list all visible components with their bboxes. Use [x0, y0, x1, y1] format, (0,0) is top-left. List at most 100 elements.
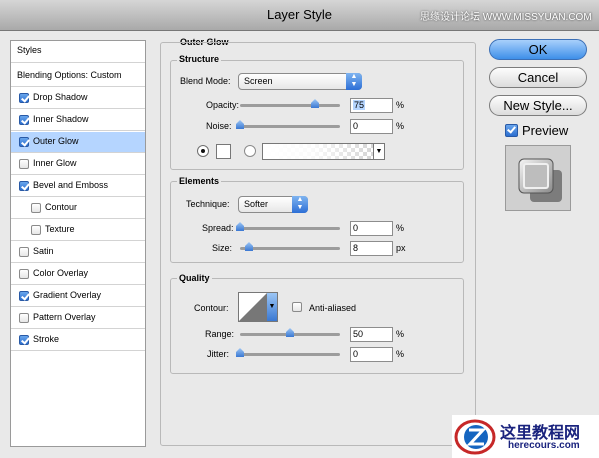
style-item-label: Bevel and Emboss [33, 180, 109, 190]
style-item-label: Contour [45, 202, 78, 212]
technique-select[interactable]: Softer ▲ ▼ [238, 196, 308, 213]
spread-label: Spread: [202, 223, 234, 233]
style-item-checkbox[interactable] [19, 159, 29, 169]
opacity-value: 75 [353, 100, 366, 110]
blend-mode-select[interactable]: Screen ▲ ▼ [238, 73, 362, 90]
quality-group [170, 278, 464, 374]
style-item-label: Pattern Overlay [33, 312, 96, 322]
jitter-field[interactable]: 0 [350, 347, 393, 362]
spread-unit: % [396, 223, 405, 233]
color-radio[interactable] [197, 145, 209, 157]
preview-label: Preview [522, 123, 569, 138]
chevron-updown-icon: ▲ ▼ [346, 73, 362, 90]
contour-curve-icon [239, 293, 267, 321]
jitter-slider-track[interactable] [240, 353, 340, 356]
size-label: Size: [212, 243, 233, 253]
technique-value: Softer [244, 199, 269, 209]
blending-options-item[interactable]: Blending Options: Custom [11, 66, 145, 87]
cancel-button[interactable]: Cancel [489, 67, 587, 88]
styles-header[interactable]: Styles [11, 41, 145, 63]
logo-url: herecours.com [508, 440, 580, 451]
style-item-checkbox[interactable] [19, 137, 29, 147]
style-item-label: Drop Shadow [33, 92, 88, 102]
style-item[interactable]: Satin [11, 242, 145, 263]
style-item-checkbox[interactable] [19, 115, 29, 125]
style-item[interactable]: Stroke [11, 330, 145, 351]
style-item[interactable]: Texture [11, 220, 145, 241]
style-item-checkbox[interactable] [19, 269, 29, 279]
style-item-checkbox[interactable] [31, 203, 41, 213]
spread-slider-track[interactable] [240, 227, 340, 230]
style-item[interactable]: Color Overlay [11, 264, 145, 285]
style-item-label: Color Overlay [33, 268, 89, 278]
size-value: 8 [353, 243, 359, 253]
opacity-unit: % [396, 100, 405, 110]
gradient-radio[interactable] [244, 145, 256, 157]
technique-label: Technique: [186, 199, 230, 209]
range-label: Range: [205, 329, 235, 339]
style-item[interactable]: Pattern Overlay [11, 308, 145, 329]
spread-value: 0 [353, 223, 359, 233]
spread-field[interactable]: 0 [350, 221, 393, 236]
style-item[interactable]: Inner Shadow [11, 110, 145, 131]
style-item[interactable]: Gradient Overlay [11, 286, 145, 307]
blending-options-label: Blending Options: Custom [17, 70, 122, 80]
style-item-checkbox[interactable] [19, 335, 29, 345]
style-item-checkbox[interactable] [19, 181, 29, 191]
opacity-label: Opacity: [206, 100, 240, 110]
noise-value: 0 [353, 121, 359, 131]
gradient-picker[interactable]: ▼ [262, 143, 385, 160]
jitter-unit: % [396, 349, 405, 359]
preview-swatch-image [518, 158, 562, 202]
preview-checkbox[interactable] [505, 124, 518, 137]
style-item-checkbox[interactable] [19, 93, 29, 103]
new-style-button[interactable]: New Style... [489, 95, 587, 116]
size-field[interactable]: 8 [350, 241, 393, 256]
chevron-updown-icon: ▲ ▼ [292, 196, 308, 213]
anti-aliased-checkbox[interactable] [292, 302, 302, 312]
glow-color-swatch[interactable] [216, 144, 231, 159]
style-item[interactable]: Outer Glow [11, 132, 145, 153]
style-item-label: Stroke [33, 334, 60, 344]
range-unit: % [396, 329, 405, 339]
style-item-label: Outer Glow [33, 136, 79, 146]
preview-thumbnail [505, 145, 571, 211]
range-field[interactable]: 50 [350, 327, 393, 342]
styles-list: Styles Blending Options: Custom Drop Sha… [10, 40, 146, 447]
structure-title: Structure [177, 54, 222, 64]
style-item-checkbox[interactable] [19, 247, 29, 257]
style-item-label: Inner Glow [33, 158, 77, 168]
watermark-logo: 这里教程网 herecours.com [452, 415, 599, 458]
noise-slider-track[interactable] [240, 125, 340, 128]
opacity-field[interactable]: 75 [350, 98, 393, 113]
noise-label: Noise: [206, 121, 232, 131]
size-unit: px [396, 243, 406, 253]
dropdown-arrow-icon: ▼ [267, 293, 277, 321]
style-item[interactable]: Bevel and Emboss [11, 176, 145, 197]
contour-picker[interactable]: ▼ [238, 292, 278, 322]
style-item-checkbox[interactable] [19, 313, 29, 323]
jitter-label: Jitter: [207, 349, 230, 359]
opacity-slider-track[interactable] [240, 104, 340, 107]
anti-aliased-label: Anti-aliased [309, 303, 357, 313]
style-item[interactable]: Inner Glow [11, 154, 145, 175]
style-item-checkbox[interactable] [31, 225, 41, 235]
dropdown-arrow-icon: ▼ [373, 144, 384, 159]
watermark-text: 思缘设计论坛 WWW.MISSYUAN.COM [420, 12, 592, 23]
styles-header-label: Styles [17, 45, 42, 55]
style-item-label: Gradient Overlay [33, 290, 102, 300]
style-item-label: Inner Shadow [33, 114, 89, 124]
contour-label: Contour: [194, 303, 229, 313]
ok-button[interactable]: OK [489, 39, 587, 60]
range-value: 50 [353, 329, 364, 339]
style-item[interactable]: Contour [11, 198, 145, 219]
style-item-label: Satin [33, 246, 54, 256]
style-item-label: Texture [45, 224, 75, 234]
jitter-value: 0 [353, 349, 359, 359]
size-slider-track[interactable] [240, 247, 340, 250]
style-item[interactable]: Drop Shadow [11, 88, 145, 109]
quality-title: Quality [177, 273, 212, 283]
noise-field[interactable]: 0 [350, 119, 393, 134]
elements-title: Elements [177, 176, 222, 186]
style-item-checkbox[interactable] [19, 291, 29, 301]
